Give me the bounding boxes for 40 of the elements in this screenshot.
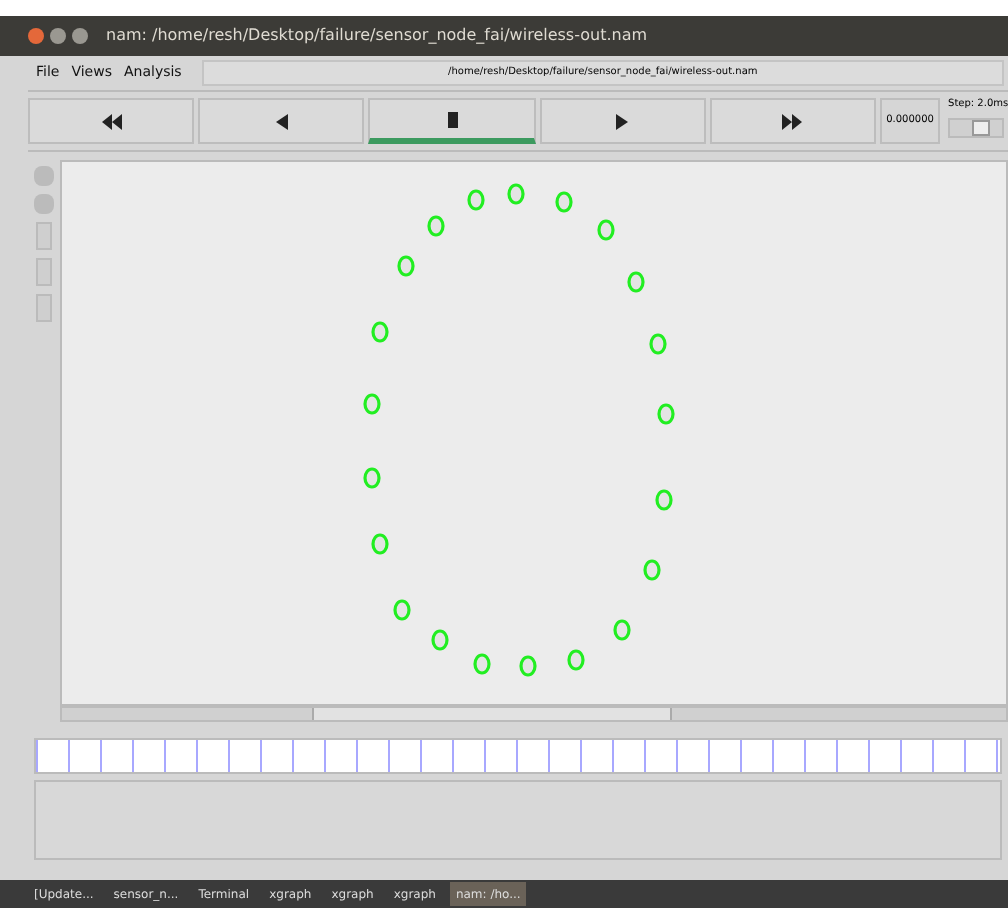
- rewind-icon: [101, 113, 122, 129]
- minimize-icon[interactable]: [50, 28, 66, 44]
- toolbar-icon[interactable]: [36, 222, 52, 250]
- node-icon: [613, 619, 631, 641]
- maximize-icon[interactable]: [72, 28, 88, 44]
- node-icon: [649, 333, 667, 355]
- scrollbar-thumb[interactable]: [312, 708, 672, 720]
- node-icon: [371, 533, 389, 555]
- node-icon: [597, 219, 615, 241]
- slider-thumb[interactable]: [972, 119, 991, 135]
- node-icon: [627, 271, 645, 293]
- node-icon: [643, 559, 661, 581]
- toolbar-icon[interactable]: [36, 258, 52, 286]
- node-icon: [519, 655, 537, 677]
- back-icon: [275, 113, 288, 129]
- node-icon: [507, 183, 525, 205]
- node-icon: [397, 255, 415, 277]
- stop-button[interactable]: [368, 98, 536, 144]
- fast-forward-icon: [782, 113, 803, 129]
- node-icon: [555, 191, 573, 213]
- forward-button[interactable]: [709, 98, 877, 144]
- close-icon[interactable]: [28, 28, 44, 44]
- stop-icon: [447, 111, 457, 127]
- node-icon: [467, 189, 485, 211]
- play-icon: [616, 113, 629, 129]
- step-slider[interactable]: [948, 117, 1005, 137]
- node-icon: [363, 393, 381, 415]
- node-icon: [363, 467, 381, 489]
- horizontal-scrollbar[interactable]: [60, 706, 1008, 722]
- rewind-button[interactable]: [28, 98, 195, 144]
- window-title: nam: /home/resh/Desktop/failure/sensor_node_fai/wireless-out.nam: [106, 24, 648, 48]
- node-icon: [655, 489, 673, 511]
- node-icon: [371, 321, 389, 343]
- node-icon: [567, 649, 585, 671]
- node-icon: [427, 215, 445, 237]
- toolbar-icon[interactable]: [36, 294, 52, 322]
- node-icon: [473, 653, 491, 675]
- node-icon: [393, 599, 411, 621]
- node-icon: [431, 629, 449, 651]
- node-icon: [657, 403, 675, 425]
